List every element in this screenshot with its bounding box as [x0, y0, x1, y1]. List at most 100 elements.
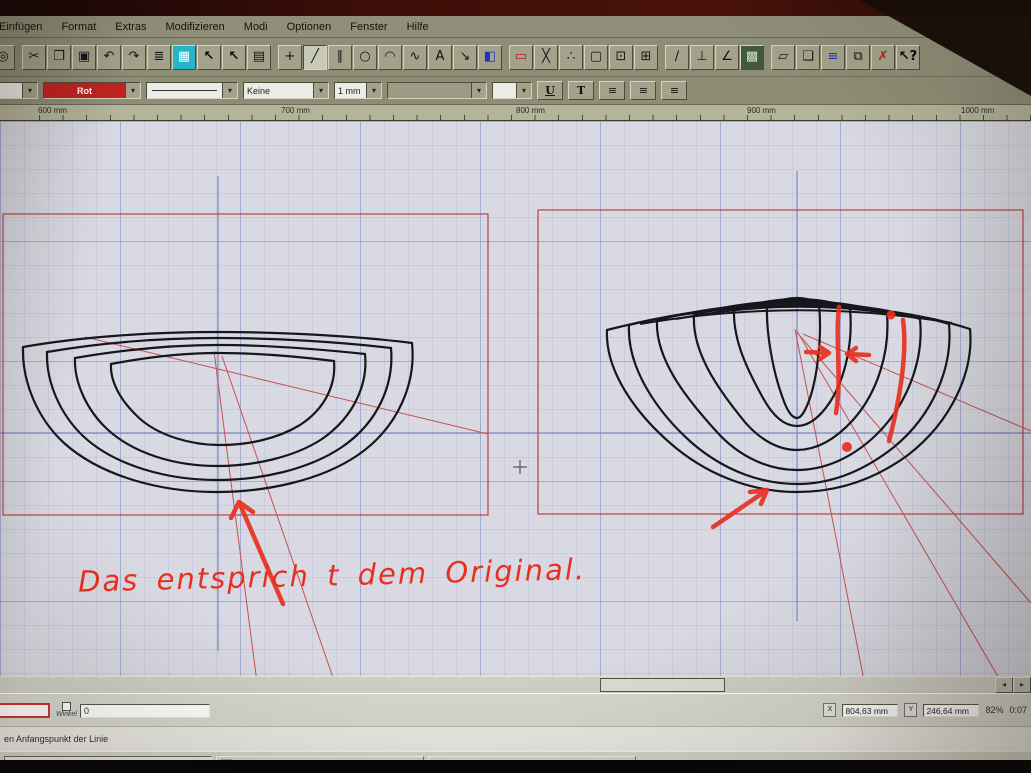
- menu-bar: Einfügen Format Extras Modifizieren Modi…: [0, 16, 1031, 38]
- line-style-preview: [152, 90, 217, 91]
- horizontal-scrollbar: ◂ ▸: [0, 676, 1031, 693]
- select-special-icon[interactable]: ↖: [222, 45, 246, 70]
- snap-point-icon[interactable]: +: [278, 45, 302, 70]
- point-mode-icon[interactable]: ∴: [559, 45, 583, 70]
- prompt-bar: Winkel 0 X 804,63 mm Y 246,64 mm 82% 0:0…: [0, 693, 1031, 726]
- align-right-icon[interactable]: ≡: [661, 81, 687, 100]
- drawing-canvas[interactable]: Das entsprich t dem Original.: [0, 121, 1031, 676]
- dimension-tool-icon[interactable]: ↘: [453, 45, 477, 70]
- parallel-line-tool-icon[interactable]: ∥: [328, 45, 352, 70]
- font-combo[interactable]: ▾: [0, 82, 38, 99]
- line-tool-icon[interactable]: ╱: [303, 45, 327, 70]
- y-coordinate-field[interactable]: 246,64 mm: [923, 704, 979, 717]
- monitor-bezel-bottom: [0, 760, 1031, 773]
- menu-extras[interactable]: Extras: [113, 19, 148, 35]
- status-time: 0:07: [1009, 705, 1027, 715]
- group-select-icon[interactable]: ▢: [584, 45, 608, 70]
- new-view-icon[interactable]: ❏: [796, 45, 820, 70]
- cut-icon[interactable]: ✂: [22, 45, 46, 70]
- menu-hilfe[interactable]: Hilfe: [405, 19, 431, 35]
- y-coordinate-icon: Y: [904, 703, 917, 717]
- pen-color-value: Rot: [44, 86, 125, 96]
- chevron-down-icon[interactable]: ▾: [22, 83, 37, 98]
- brush-combo[interactable]: ▾: [387, 82, 487, 99]
- marker-arrow-pointing-left: [847, 348, 869, 361]
- line-style-combo[interactable]: ▾: [146, 82, 238, 99]
- chevron-down-icon[interactable]: ▾: [516, 83, 531, 98]
- redo-icon[interactable]: ↷: [122, 45, 146, 70]
- menu-format[interactable]: Format: [59, 19, 98, 35]
- align-objects-icon[interactable]: ⊡: [609, 45, 633, 70]
- layer-stack-icon[interactable]: ≡: [821, 45, 845, 70]
- scroll-right-icon[interactable]: ▸: [1013, 677, 1031, 693]
- angle-group: Winkel 0: [56, 702, 210, 718]
- angle-measure-icon[interactable]: ∠: [715, 45, 739, 70]
- turbocad-window: Einfügen Format Extras Modifizieren Modi…: [0, 16, 1031, 773]
- paste-icon[interactable]: ▣: [72, 45, 96, 70]
- hull-right-stations: [607, 298, 971, 492]
- coordinate-readout: X 804,63 mm Y 246,64 mm 82% 0:07: [823, 703, 1027, 717]
- menu-fenster[interactable]: Fenster: [348, 19, 389, 35]
- undo-icon[interactable]: ↶: [97, 45, 121, 70]
- select-arrow-icon[interactable]: ↖: [197, 45, 221, 70]
- coord-axes-icon[interactable]: ⊥: [690, 45, 714, 70]
- curve-tool-icon[interactable]: ∿: [403, 45, 427, 70]
- copy-icon[interactable]: ❐: [47, 45, 71, 70]
- context-help-icon[interactable]: ↖?: [896, 45, 920, 70]
- pen-color-combo[interactable]: Rot ▾: [43, 82, 141, 99]
- insert-frame-icon[interactable]: ▭: [509, 45, 533, 70]
- open-folder-icon[interactable]: ▱: [771, 45, 795, 70]
- chevron-down-icon[interactable]: ▾: [125, 83, 140, 98]
- ruler-label-1000: 1000 mm: [961, 106, 994, 115]
- line-width-combo[interactable]: 1 mm ▾: [334, 82, 382, 99]
- angle-label: Winkel: [56, 711, 77, 718]
- text-mode-button[interactable]: T: [568, 81, 594, 100]
- cascade-windows-icon[interactable]: ⧉: [846, 45, 870, 70]
- photographed-monitor: Einfügen Format Extras Modifizieren Modi…: [0, 0, 1031, 773]
- menu-modi[interactable]: Modi: [242, 19, 270, 35]
- scroll-left-icon[interactable]: ◂: [995, 677, 1013, 693]
- x-coordinate-icon: X: [823, 703, 836, 717]
- angle-input[interactable]: 0: [80, 704, 210, 718]
- scrollbar-track[interactable]: [0, 677, 995, 693]
- circle-tool-icon[interactable]: ○: [353, 45, 377, 70]
- print-preview-icon[interactable]: ◎: [0, 45, 15, 70]
- main-toolbar: ◎ ✂ ❐ ▣ ↶ ↷ ≣ ▦ ↖ ↖ ▤ + ╱ ∥ ○ ◠ ∿ A ↘ ◧ …: [0, 38, 1031, 77]
- text-tool-icon[interactable]: A: [428, 45, 452, 70]
- menu-modifizieren[interactable]: Modifizieren: [163, 19, 226, 35]
- measure-icon[interactable]: ∕: [665, 45, 689, 70]
- angle-lock-checkbox[interactable]: [62, 702, 71, 711]
- chevron-down-icon[interactable]: ▾: [222, 83, 237, 98]
- line-width-value: 1 mm: [335, 86, 366, 96]
- node-edit-icon[interactable]: ⊞: [634, 45, 658, 70]
- monitor-bezel-top: [0, 0, 1031, 16]
- arc-tool-icon[interactable]: ◠: [378, 45, 402, 70]
- properties-table-icon[interactable]: ▤: [247, 45, 271, 70]
- chevron-down-icon[interactable]: ▾: [313, 83, 328, 98]
- x-coordinate-field[interactable]: 804,63 mm: [842, 704, 898, 717]
- horizontal-ruler: 600 mm 700 mm 800 mm 900 mm 1000 mm: [0, 105, 1031, 121]
- hatch-value: Keine: [244, 86, 313, 96]
- extra-combo[interactable]: ▾: [492, 82, 532, 99]
- erase-icon[interactable]: ╳: [534, 45, 558, 70]
- menu-optionen[interactable]: Optionen: [285, 19, 334, 35]
- underline-button[interactable]: U: [537, 81, 563, 100]
- fill-color-icon[interactable]: ◧: [478, 45, 502, 70]
- delete-icon[interactable]: ✗: [871, 45, 895, 70]
- screen-view-icon[interactable]: ▦: [172, 45, 196, 70]
- marker-arrow-right-hull: [713, 490, 767, 527]
- zoom-level: 82%: [985, 705, 1003, 715]
- crosshair-mark: [513, 460, 527, 474]
- align-left-icon[interactable]: ≡: [599, 81, 625, 100]
- layers-icon[interactable]: ≣: [147, 45, 171, 70]
- align-center-icon[interactable]: ≡: [630, 81, 656, 100]
- scrollbar-thumb[interactable]: [600, 678, 725, 692]
- active-coordinate-field[interactable]: [0, 703, 50, 718]
- status-message: en Anfangspunkt der Linie: [4, 734, 108, 744]
- chevron-down-icon[interactable]: ▾: [471, 83, 486, 98]
- chevron-down-icon[interactable]: ▾: [366, 83, 381, 98]
- hatch-combo[interactable]: Keine ▾: [243, 82, 329, 99]
- menu-einfuegen[interactable]: Einfügen: [0, 19, 44, 35]
- grid-3d-icon[interactable]: ▩: [740, 45, 764, 70]
- format-toolbar: ▾ Rot ▾ ▾ Keine ▾ 1 mm ▾ ▾: [0, 77, 1031, 105]
